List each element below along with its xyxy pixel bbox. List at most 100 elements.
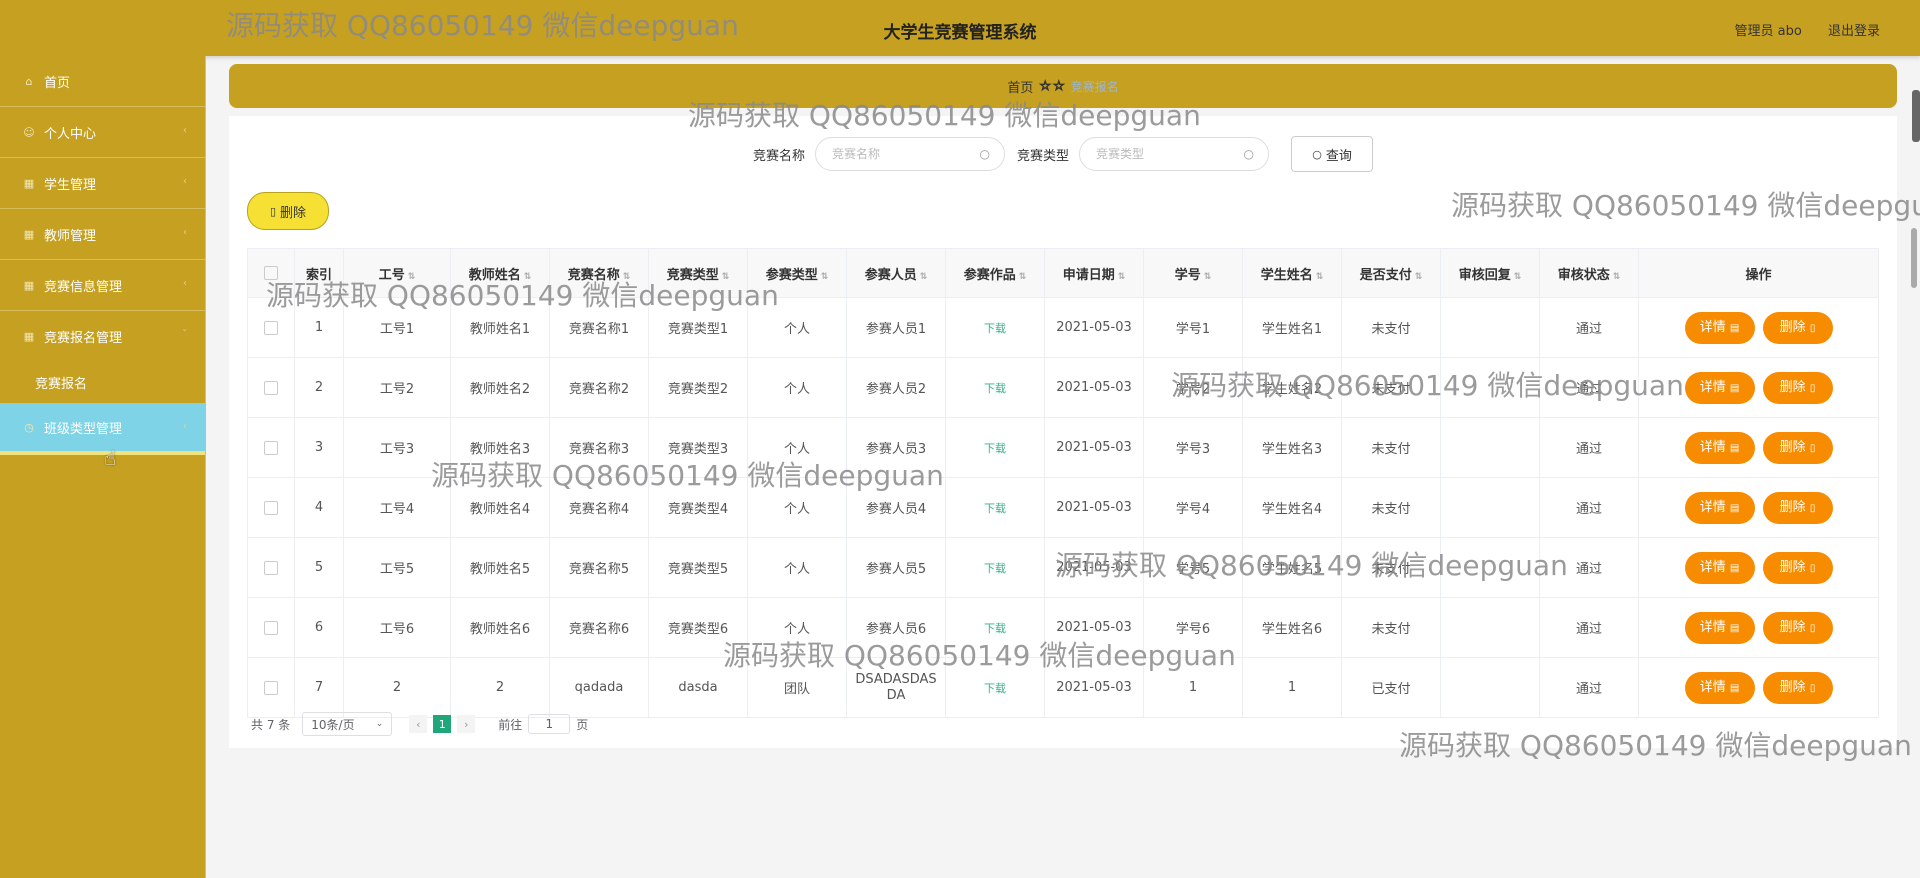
cell-student-id: 学号4 — [1143, 477, 1243, 538]
cell-review-reply — [1440, 357, 1540, 418]
col-header-review-reply[interactable]: 审核回复 ⇅ — [1440, 248, 1540, 298]
cell-works-download[interactable]: 下载 — [945, 477, 1045, 538]
detail-button[interactable]: 详情 ▤ — [1684, 491, 1755, 524]
col-header-paid[interactable]: 是否支付 ⇅ — [1341, 248, 1441, 298]
col-header-student-id[interactable]: 学号 ⇅ — [1143, 248, 1243, 298]
select-all-checkbox[interactable] — [264, 266, 278, 280]
cell-review-status: 通过 — [1539, 477, 1639, 538]
cell-review-reply — [1440, 597, 1540, 658]
home-icon: ⌂ — [25, 74, 33, 88]
row-select-cell[interactable] — [247, 417, 295, 478]
select-all-cell[interactable] — [247, 248, 295, 298]
competition-name-input[interactable] — [830, 146, 974, 162]
table-row: 3 工号3 教师姓名3 竞赛名称3 竞赛类型3 个人 参赛人员3 下载 2021-05-03 学号… — [247, 417, 1879, 478]
cell-index: 4 — [294, 477, 344, 538]
sidebar-item-teachers[interactable]: ▦ 教师管理 ‹ — [0, 209, 205, 260]
row-select-cell[interactable] — [247, 297, 295, 358]
batch-delete-button[interactable]: ▯ 删除 — [247, 192, 329, 230]
cell-paid-status: 未支付 — [1341, 297, 1441, 358]
row-checkbox[interactable] — [264, 560, 278, 575]
col-header-participants[interactable]: 参赛人员 ⇅ — [846, 248, 946, 298]
row-select-cell[interactable] — [247, 357, 295, 418]
detail-button[interactable]: 详情 ▤ — [1684, 431, 1755, 464]
sidebar-item-competitions[interactable]: ▦ 竞赛信息管理 ‹ — [0, 260, 205, 311]
cell-student-id: 学号3 — [1143, 417, 1243, 478]
row-select-cell[interactable] — [247, 597, 295, 658]
detail-button[interactable]: 详情 ▤ — [1684, 311, 1755, 344]
detail-button[interactable]: 详情 ▤ — [1684, 551, 1755, 584]
detail-button[interactable]: 详情 ▤ — [1684, 611, 1755, 644]
chevron-icon: ‹ — [183, 125, 187, 136]
row-delete-button[interactable]: 删除 ▯ — [1762, 551, 1833, 584]
col-header-works[interactable]: 参赛作品 ⇅ — [945, 248, 1045, 298]
cell-teacher-name: 教师姓名5 — [450, 537, 550, 598]
cell-participants: 参赛人员6 — [846, 597, 946, 658]
row-delete-button[interactable]: 删除 ▯ — [1762, 671, 1833, 704]
next-page-button[interactable]: › — [457, 715, 476, 733]
row-select-cell[interactable] — [247, 477, 295, 538]
scrollbar-top[interactable] — [1912, 90, 1920, 142]
goto-label: 前往 — [498, 717, 523, 732]
user-icon: ☺ — [23, 125, 35, 139]
cell-participants: 参赛人员4 — [846, 477, 946, 538]
row-checkbox[interactable] — [264, 680, 278, 695]
col-header-competition-type[interactable]: 竞赛类型 ⇅ — [648, 248, 748, 298]
cell-paid-status: 未支付 — [1341, 597, 1441, 658]
cell-entry-type: 个人 — [747, 597, 847, 658]
col-header-teacher-name[interactable]: 教师姓名 ⇅ — [450, 248, 550, 298]
clock-icon: ◷ — [24, 420, 34, 434]
row-select-cell[interactable] — [247, 657, 295, 718]
sidebar-item-class-types[interactable]: ◷ 班级类型管理 ‹ — [0, 403, 205, 455]
cell-works-download[interactable]: 下载 — [945, 597, 1045, 658]
col-header-student-name[interactable]: 学生姓名 ⇅ — [1242, 248, 1342, 298]
col-header-work-id[interactable]: 工号 ⇅ — [343, 248, 451, 298]
competition-type-input[interactable] — [1094, 146, 1239, 162]
cell-works-download[interactable]: 下载 — [945, 657, 1045, 718]
cell-index: 6 — [294, 597, 344, 658]
cell-work-id: 工号6 — [343, 597, 451, 658]
chevron-icon: ‹ — [183, 176, 187, 187]
cell-works-download[interactable]: 下载 — [945, 537, 1045, 598]
row-checkbox[interactable] — [264, 320, 278, 335]
sidebar-item-registrations[interactable]: ▦ 竞赛报名管理 ˇ — [0, 311, 205, 362]
query-button[interactable]: ○ 查询 — [1291, 136, 1374, 172]
row-delete-button[interactable]: 删除 ▯ — [1762, 431, 1833, 464]
cell-teacher-name: 教师姓名4 — [450, 477, 550, 538]
row-delete-button[interactable]: 删除 ▯ — [1762, 491, 1833, 524]
trash-icon: ▯ — [1809, 562, 1816, 574]
page-size-select[interactable]: 10条/页 ⌄ — [302, 712, 393, 736]
logout-link[interactable]: 退出登录 — [1828, 24, 1880, 39]
cell-teacher-name: 教师姓名2 — [450, 357, 550, 418]
row-checkbox[interactable] — [264, 440, 278, 455]
row-checkbox[interactable] — [264, 500, 278, 515]
scrollbar-thumb[interactable] — [1911, 228, 1917, 288]
col-header-competition-name[interactable]: 竞赛名称 ⇅ — [549, 248, 649, 298]
document-icon: ▤ — [1729, 562, 1740, 574]
prev-page-button[interactable]: ‹ — [409, 715, 428, 733]
detail-button[interactable]: 详情 ▤ — [1684, 371, 1755, 404]
col-header-review-status[interactable]: 审核状态 ⇅ — [1539, 248, 1639, 298]
detail-button[interactable]: 详情 ▤ — [1684, 671, 1755, 704]
breadcrumb-home[interactable]: 首页 — [1007, 77, 1033, 96]
cell-student-id: 学号2 — [1143, 357, 1243, 418]
sidebar-item-profile[interactable]: ☺ 个人中心 ‹ — [0, 107, 205, 158]
sidebar-item-home[interactable]: ⌂ 首页 — [0, 56, 205, 107]
cell-works-download[interactable]: 下载 — [945, 297, 1045, 358]
col-header-apply-date[interactable]: 申请日期 ⇅ — [1044, 248, 1144, 298]
row-delete-button[interactable]: 删除 ▯ — [1762, 311, 1833, 344]
row-select-cell[interactable] — [247, 537, 295, 598]
sidebar-item-students[interactable]: ▦ 学生管理 ‹ — [0, 158, 205, 209]
row-checkbox[interactable] — [264, 380, 278, 395]
row-delete-button[interactable]: 删除 ▯ — [1762, 371, 1833, 404]
row-delete-button[interactable]: 删除 ▯ — [1762, 611, 1833, 644]
col-header-entry-type[interactable]: 参赛类型 ⇅ — [747, 248, 847, 298]
cell-competition-type: 竞赛类型3 — [648, 417, 748, 478]
cell-works-download[interactable]: 下载 — [945, 417, 1045, 478]
sidebar-subitem-registration[interactable]: 竞赛报名 — [0, 362, 205, 403]
sidebar: ⌂ 首页 ☺ 个人中心 ‹ ▦ 学生管理 ‹ ▦ 教师管理 ‹ ▦ 竞赛信息管理… — [0, 56, 206, 878]
row-checkbox[interactable] — [264, 620, 278, 635]
cell-works-download[interactable]: 下载 — [945, 357, 1045, 418]
page-number-current[interactable]: 1 — [433, 715, 452, 733]
goto-page-input[interactable]: 1 — [528, 714, 571, 734]
cell-apply-date: 2021-05-03 — [1044, 597, 1144, 658]
